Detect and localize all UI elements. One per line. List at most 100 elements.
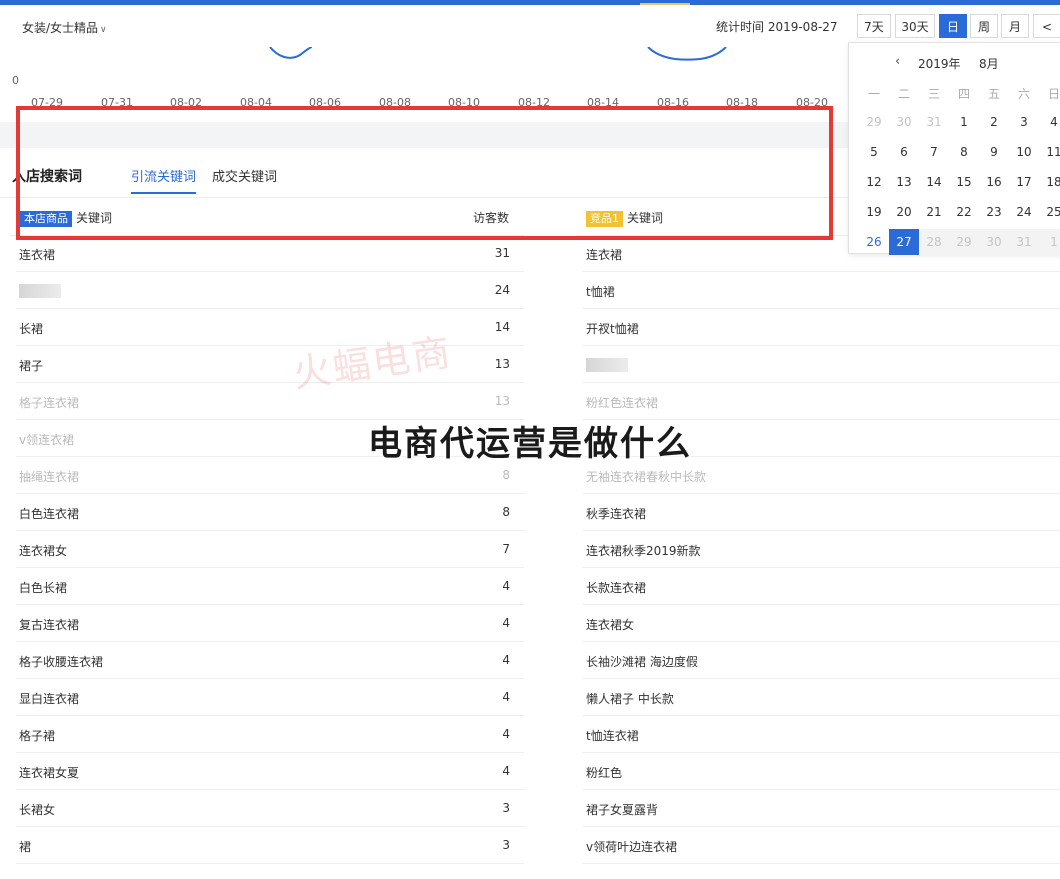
table-row[interactable]: 连衣裙秋季2019新款 [583, 531, 1060, 568]
keyword-cell[interactable]: 连衣裙女 [586, 616, 634, 633]
calendar-day[interactable]: 1 [949, 109, 979, 135]
calendar-day[interactable]: 6 [889, 139, 919, 165]
keyword-cell[interactable]: 长袖沙滩裙 海边度假 [586, 653, 698, 670]
table-row[interactable]: 懒人裙子 中长款 [583, 679, 1060, 716]
calendar-day[interactable]: 15 [949, 169, 979, 195]
calendar-day[interactable]: 8 [949, 139, 979, 165]
period-month-button[interactable]: 月 [1001, 14, 1029, 38]
table-row[interactable]: 长裙女 3 [16, 790, 524, 827]
calendar-day[interactable]: 2 [979, 109, 1009, 135]
keyword-cell[interactable]: t恤连衣裙 [586, 727, 639, 744]
calendar-day[interactable]: 31 [919, 109, 949, 135]
period-day-button[interactable]: 日 [939, 14, 967, 38]
calendar-day[interactable]: 10 [1009, 139, 1039, 165]
calendar-day[interactable]: 20 [889, 199, 919, 225]
calendar-day[interactable]: 22 [949, 199, 979, 225]
calendar-day[interactable]: 21 [919, 199, 949, 225]
keyword-cell[interactable]: 长裙女 [19, 801, 55, 818]
calendar-day[interactable]: 16 [979, 169, 1009, 195]
table-row[interactable]: 显白连衣裙 4 [16, 679, 524, 716]
keyword-cell[interactable]: 格子连衣裙 [19, 394, 79, 411]
keyword-cell[interactable] [586, 357, 628, 372]
table-row[interactable]: 格子收腰连衣裙 4 [16, 642, 524, 679]
calendar-day[interactable]: 4 [1039, 109, 1060, 135]
calendar-day[interactable]: 29 [859, 109, 889, 135]
keyword-cell[interactable]: 长裙 [19, 320, 43, 337]
table-row[interactable]: 连衣裙女 [583, 605, 1060, 642]
table-row[interactable]: 秋季连衣裙 [583, 494, 1060, 531]
table-row[interactable]: 24 [16, 272, 524, 309]
visitor-count-cell: 13 [494, 357, 510, 371]
table-row[interactable]: v领荷叶边连衣裙 [583, 827, 1060, 864]
keyword-cell[interactable]: v领荷叶边连衣裙 [586, 838, 677, 855]
period-30d-button[interactable]: 30天 [895, 14, 935, 38]
keyword-cell[interactable]: 白色长裙 [19, 579, 67, 596]
calendar-day[interactable]: 23 [979, 199, 1009, 225]
table-row[interactable]: 长款连衣裙 [583, 568, 1060, 605]
keyword-cell[interactable]: t恤裙 [586, 283, 615, 300]
table-row[interactable]: t恤连衣裙 [583, 716, 1060, 753]
table-row[interactable]: 粉红色 [583, 753, 1060, 790]
keyword-cell[interactable]: 连衣裙女 [19, 542, 67, 559]
keyword-cell[interactable]: 复古连衣裙 [19, 616, 79, 633]
category-select[interactable]: 女装/女士精品 ∨ [22, 19, 107, 36]
calendar-day[interactable]: 13 [889, 169, 919, 195]
keyword-cell[interactable]: 连衣裙女夏 [19, 764, 79, 781]
calendar-day[interactable]: 27 [889, 229, 919, 255]
table-row[interactable]: 连衣裙女 7 [16, 531, 524, 568]
keyword-cell[interactable]: 显白连衣裙 [19, 690, 79, 707]
calendar-day[interactable]: 25 [1039, 199, 1060, 225]
table-row[interactable]: 连衣裙 31 [16, 235, 524, 272]
table-row[interactable]: 裙子女夏露背 [583, 790, 1060, 827]
table-row[interactable]: 格子连衣裙 13 [16, 383, 524, 420]
keyword-cell[interactable]: 裙 [19, 838, 31, 855]
keyword-cell[interactable]: 秋季连衣裙 [586, 505, 646, 522]
calendar-day[interactable]: 17 [1009, 169, 1039, 195]
table-row[interactable]: 裙3 [16, 827, 524, 864]
table-row[interactable]: 开衩t恤裙 [583, 309, 1060, 346]
keyword-cell[interactable]: 长款连衣裙 [586, 579, 646, 596]
keyword-cell[interactable]: 连衣裙 [586, 246, 622, 263]
period-week-button[interactable]: 周 [970, 14, 998, 38]
calendar-day[interactable]: 9 [979, 139, 1009, 165]
keyword-cell[interactable]: 粉红色连衣裙 [586, 394, 658, 411]
chevron-left-icon[interactable]: < [1033, 14, 1060, 38]
keyword-cell[interactable]: 格子裙 [19, 727, 55, 744]
calendar-day[interactable]: 24 [1009, 199, 1039, 225]
category-label: 女装/女士精品 [22, 21, 99, 35]
calendar-day[interactable]: 3 [1009, 109, 1039, 135]
table-row[interactable]: 粉红色连衣裙 [583, 383, 1060, 420]
keyword-cell[interactable]: 粉红色 [586, 764, 622, 781]
table-row[interactable]: 格子裙 4 [16, 716, 524, 753]
table-row[interactable]: t恤裙 [583, 272, 1060, 309]
keyword-cell[interactable]: 连衣裙 [19, 246, 55, 263]
keyword-cell[interactable] [19, 283, 61, 298]
keyword-cell[interactable]: 白色连衣裙 [19, 505, 79, 522]
calendar-day[interactable]: 19 [859, 199, 889, 225]
calendar-day[interactable]: 7 [919, 139, 949, 165]
calendar-day[interactable]: 5 [859, 139, 889, 165]
calendar-day[interactable]: 26 [859, 229, 889, 255]
table-row[interactable]: 白色连衣裙 8 [16, 494, 524, 531]
keyword-cell[interactable]: 裙子 [19, 357, 43, 374]
calendar-day[interactable]: 12 [859, 169, 889, 195]
keyword-cell[interactable]: 懒人裙子 中长款 [586, 690, 674, 707]
keyword-cell[interactable]: 格子收腰连衣裙 [19, 653, 103, 670]
chevron-left-icon[interactable]: ‹ [895, 54, 900, 69]
calendar-day[interactable]: 11 [1039, 139, 1060, 165]
calendar-day[interactable]: 18 [1039, 169, 1060, 195]
calendar-day[interactable]: 30 [889, 109, 919, 135]
table-row[interactable]: 长袖沙滩裙 海边度假 [583, 642, 1060, 679]
calendar-day[interactable]: 14 [919, 169, 949, 195]
keyword-cell[interactable]: 无袖连衣裙春秋中长款 [586, 468, 706, 485]
keyword-cell[interactable]: 连衣裙秋季2019新款 [586, 542, 701, 559]
table-row[interactable]: 连衣裙女夏 4 [16, 753, 524, 790]
table-row[interactable]: 白色长裙 4 [16, 568, 524, 605]
period-7d-button[interactable]: 7天 [857, 14, 891, 38]
table-row[interactable] [583, 346, 1060, 383]
table-row[interactable]: 复古连衣裙 4 [16, 605, 524, 642]
keyword-cell[interactable]: 抽绳连衣裙 [19, 468, 79, 485]
keyword-cell[interactable]: 裙子女夏露背 [586, 801, 658, 818]
stat-time: 统计时间 2019-08-27 [716, 20, 838, 34]
keyword-cell[interactable]: 开衩t恤裙 [586, 320, 639, 337]
